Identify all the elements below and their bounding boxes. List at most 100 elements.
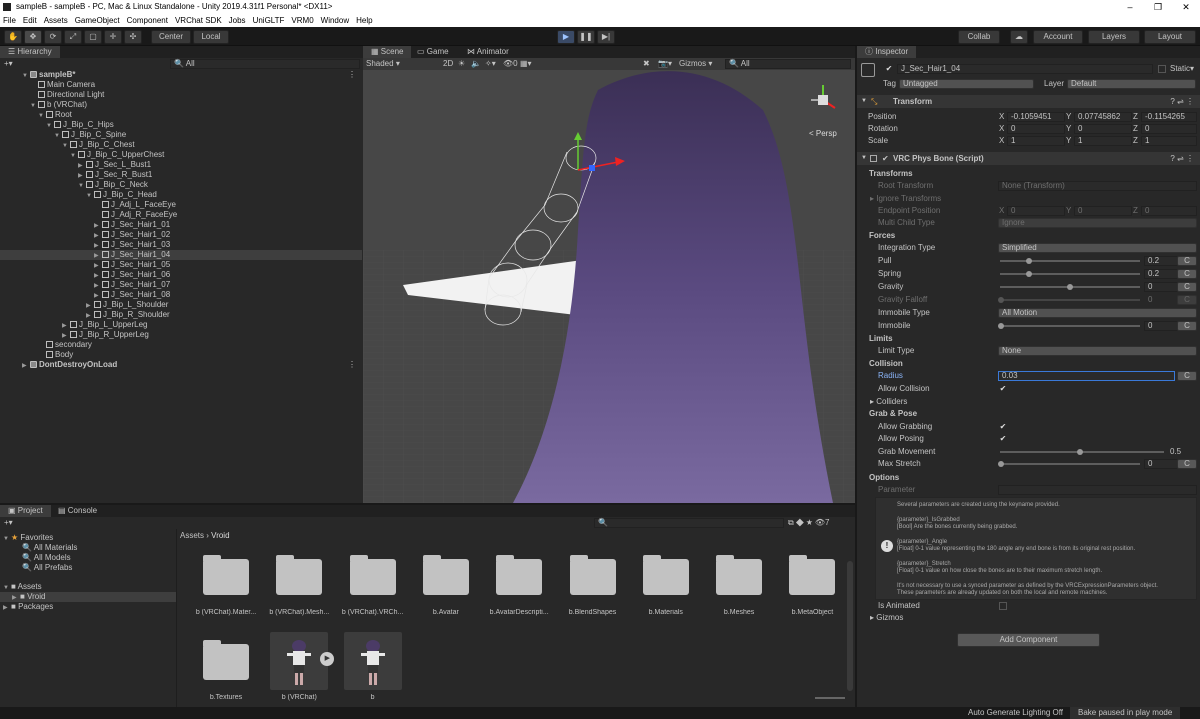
menu-component[interactable]: Component bbox=[127, 14, 168, 27]
step-button[interactable]: ▶| bbox=[597, 30, 615, 44]
static-dropdown[interactable]: Static▾ bbox=[1170, 63, 1194, 75]
hierarchy-item[interactable]: ▶ DontDestroyOnLoad ⋮ bbox=[0, 360, 362, 370]
hierarchy-item[interactable]: ▶ J_Sec_Hair1_02 bbox=[0, 230, 362, 240]
asset-label[interactable]: b (VRChat).VRCh... bbox=[335, 609, 411, 616]
hierarchy-item[interactable]: J_Adj_L_FaceEye bbox=[0, 200, 362, 210]
grid-toggle-icon[interactable]: ▦▾ bbox=[520, 59, 532, 69]
layers-dropdown[interactable]: Layers bbox=[1088, 30, 1140, 44]
hierarchy-item[interactable]: ▼ Root bbox=[0, 110, 362, 120]
hierarchy-item[interactable]: ▶ J_Bip_L_UpperLeg bbox=[0, 320, 362, 330]
hierarchy-search-input[interactable]: 🔍 All bbox=[170, 59, 360, 69]
hierarchy-item[interactable]: ▶ J_Sec_Hair1_08 bbox=[0, 290, 362, 300]
grab-movement-knob[interactable] bbox=[1077, 449, 1083, 455]
scale-tool-icon[interactable]: ⤢ bbox=[64, 30, 82, 44]
add-component-button[interactable]: Add Component bbox=[957, 633, 1100, 647]
scale-y-field[interactable]: 1 bbox=[1074, 136, 1132, 146]
camera-settings-icon[interactable]: 📷▾ bbox=[658, 59, 672, 69]
asset-label[interactable]: b (VRChat).Mater... bbox=[188, 609, 264, 616]
menu-jobs[interactable]: Jobs bbox=[229, 14, 246, 27]
menu-window[interactable]: Window bbox=[321, 14, 349, 27]
menu-gameobject[interactable]: GameObject bbox=[75, 14, 120, 27]
tab-animator[interactable]: ⋈ Animator bbox=[463, 46, 513, 58]
account-dropdown[interactable]: Account bbox=[1033, 30, 1083, 44]
maximize-button[interactable]: ❐ bbox=[1144, 0, 1172, 14]
scale-x-field[interactable]: 1 bbox=[1007, 136, 1065, 146]
spring-field[interactable]: 0.2 bbox=[1144, 269, 1178, 279]
hierarchy-item[interactable]: ▶ J_Sec_Hair1_07 bbox=[0, 280, 362, 290]
hierarchy-item[interactable]: ▼ J_Bip_C_Neck bbox=[0, 180, 362, 190]
menu-help[interactable]: Help bbox=[356, 14, 372, 27]
tab-project[interactable]: ▣ Project bbox=[0, 505, 51, 517]
folder-icon[interactable] bbox=[716, 555, 763, 595]
lighting-toggle-icon[interactable]: ☀ bbox=[458, 59, 465, 69]
pause-button[interactable]: ❚❚ bbox=[577, 30, 595, 44]
position-x-field[interactable]: -0.1059451 bbox=[1007, 112, 1065, 122]
scale-z-field[interactable]: 1 bbox=[1141, 136, 1197, 146]
max-stretch-knob[interactable] bbox=[998, 461, 1004, 467]
component-menu-icon[interactable]: ? ⇌ ⋮ bbox=[1170, 95, 1194, 108]
hierarchy-item[interactable]: ▶ J_Sec_Hair1_06 bbox=[0, 270, 362, 280]
static-checkbox[interactable] bbox=[1158, 65, 1166, 73]
rotation-y-field[interactable]: 0 bbox=[1074, 124, 1132, 134]
scene-viewport[interactable]: < Persp bbox=[363, 70, 855, 503]
close-button[interactable]: ✕ bbox=[1172, 0, 1200, 14]
tab-inspector[interactable]: ⓘ Inspector bbox=[857, 46, 917, 58]
layer-dropdown[interactable]: Default bbox=[1067, 79, 1196, 89]
folder-icon[interactable] bbox=[203, 555, 249, 595]
hierarchy-item[interactable]: ▶ J_Sec_Hair1_04 bbox=[0, 250, 362, 260]
hierarchy-item[interactable]: ▼ sampleB* ⋮ bbox=[0, 70, 362, 80]
hierarchy-item[interactable]: secondary bbox=[0, 340, 362, 350]
breadcrumb-assets[interactable]: Assets bbox=[180, 531, 204, 540]
project-filter-icons[interactable]: ⧉ ◆ ★ 👁7 bbox=[788, 518, 829, 528]
component-menu-icon[interactable]: ? ⇌ ⋮ bbox=[1170, 152, 1194, 165]
hierarchy-item[interactable]: ▼ J_Bip_C_Chest bbox=[0, 140, 362, 150]
asset-label[interactable]: b.AvatarDescripti... bbox=[481, 609, 557, 616]
scene-menu-icon[interactable]: ⋮ bbox=[348, 70, 356, 80]
spring-slider-knob[interactable] bbox=[1026, 271, 1032, 277]
hierarchy-item[interactable]: J_Adj_R_FaceEye bbox=[0, 210, 362, 220]
vroid-folder-item[interactable]: ▶ ■ Vroid bbox=[0, 592, 176, 602]
pull-curve-button[interactable]: C bbox=[1177, 256, 1197, 266]
expand-arrow-icon[interactable]: ▶ bbox=[22, 361, 30, 371]
hidden-objects-icon[interactable]: 👁0 bbox=[503, 59, 518, 69]
hierarchy-item[interactable]: ▶ J_Bip_R_UpperLeg bbox=[0, 330, 362, 340]
grab-movement-field[interactable]: 0.5 bbox=[1166, 447, 1197, 457]
asset-label[interactable]: b.BlendShapes bbox=[555, 609, 631, 616]
audio-toggle-icon[interactable]: 🔈 bbox=[471, 59, 481, 69]
menu-file[interactable]: File bbox=[3, 14, 16, 27]
transform-header[interactable]: ▼ ⤡ Transform ? ⇌ ⋮ bbox=[857, 95, 1200, 108]
hierarchy-item[interactable]: Main Camera bbox=[0, 80, 362, 90]
hierarchy-item[interactable]: ▼ J_Bip_C_UpperChest bbox=[0, 150, 362, 160]
rotation-z-field[interactable]: 0 bbox=[1141, 124, 1197, 134]
expand-prefab-icon[interactable]: ▶ bbox=[320, 652, 335, 666]
asset-label[interactable]: b.Materials bbox=[628, 609, 704, 616]
pivot-center-button[interactable]: Center bbox=[151, 30, 191, 44]
shading-dropdown[interactable]: Shaded ▾ bbox=[366, 59, 438, 69]
hierarchy-item[interactable]: ▶ J_Sec_Hair1_01 bbox=[0, 220, 362, 230]
folder-icon[interactable] bbox=[789, 555, 836, 595]
menu-vrchat-sdk[interactable]: VRChat SDK bbox=[175, 14, 222, 27]
asset-label[interactable]: b.Textures bbox=[188, 694, 264, 701]
menu-assets[interactable]: Assets bbox=[44, 14, 68, 27]
immobile-slider[interactable] bbox=[1000, 325, 1140, 327]
perspective-label[interactable]: < Persp bbox=[809, 129, 837, 138]
allow-posing-checkbox[interactable]: ✔ bbox=[999, 435, 1007, 443]
colliders-foldout[interactable]: ▸ Colliders bbox=[870, 396, 907, 408]
gravity-curve-button[interactable]: C bbox=[1177, 282, 1197, 292]
hierarchy-item[interactable]: ▶ J_Bip_R_Shoulder bbox=[0, 310, 362, 320]
scene-search-input[interactable]: 🔍 All bbox=[725, 59, 851, 69]
custom-tool-icon[interactable]: ✣ bbox=[124, 30, 142, 44]
hierarchy-item[interactable]: ▼ J_Bip_C_Spine bbox=[0, 130, 362, 140]
menu-vrm0[interactable]: VRM0 bbox=[291, 14, 313, 27]
spring-curve-button[interactable]: C bbox=[1177, 269, 1197, 279]
asset-label[interactable]: b (VRChat) bbox=[261, 694, 337, 701]
radius-curve-button[interactable]: C bbox=[1177, 371, 1197, 381]
rotate-tool-icon[interactable]: ⟳ bbox=[44, 30, 62, 44]
hierarchy-item[interactable]: ▶ J_Sec_R_Bust1 bbox=[0, 170, 362, 180]
immobile-type-dropdown[interactable]: All Motion bbox=[998, 308, 1197, 318]
gravity-field[interactable]: 0 bbox=[1144, 282, 1178, 292]
transform-tool-icon[interactable]: ✛ bbox=[104, 30, 122, 44]
gravity-slider-knob[interactable] bbox=[1067, 284, 1073, 290]
parameter-input[interactable] bbox=[998, 485, 1197, 495]
allow-grabbing-checkbox[interactable]: ✔ bbox=[999, 423, 1007, 431]
